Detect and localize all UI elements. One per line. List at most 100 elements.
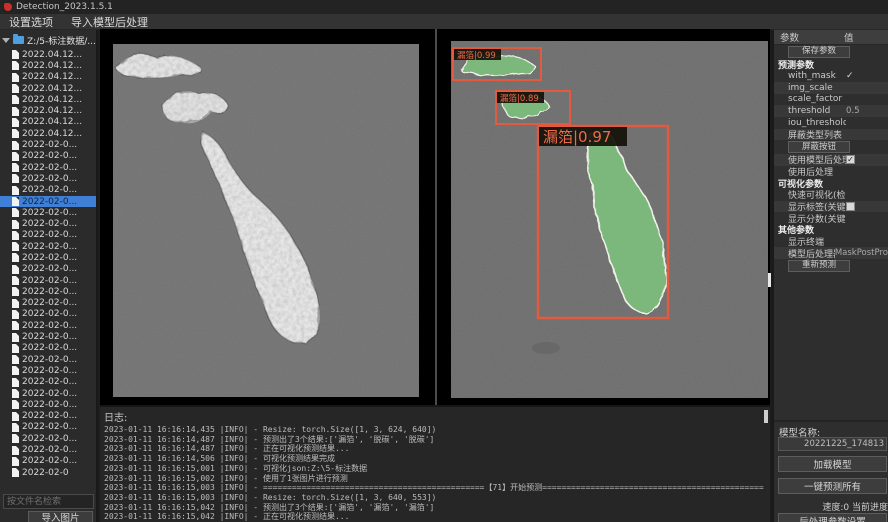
- predict-all-button[interactable]: 一键预测所有: [778, 478, 887, 494]
- filename-search-input[interactable]: [3, 494, 94, 509]
- param-row: iou_threshold: [774, 117, 888, 129]
- tree-item[interactable]: 2022.04.12...: [0, 83, 96, 94]
- param-group-label: 预测参数: [774, 58, 814, 71]
- tree-item[interactable]: 2022-02-0...: [0, 399, 96, 410]
- tree-item[interactable]: 2022-02-0...: [0, 252, 96, 263]
- tree-item[interactable]: 2022-02-0...: [0, 196, 96, 207]
- tree-item-label: 2022-02-0...: [22, 185, 77, 195]
- tree-item-label: 2022-02-0...: [22, 366, 77, 376]
- tree-item[interactable]: 2022.04.12...: [0, 94, 96, 105]
- file-sidebar: Z:/5-标注数据/... 2022.04.12...2022.04.12...…: [0, 30, 98, 522]
- file-icon: [12, 231, 19, 240]
- param-row: scale_factor: [774, 94, 888, 106]
- tree-item[interactable]: 2022-02-0: [0, 467, 96, 478]
- import-images-button[interactable]: 导入图片: [28, 511, 93, 522]
- tree-item[interactable]: 2022.04.12...: [0, 49, 96, 60]
- tree-item-label: 2022-02-0...: [22, 197, 77, 207]
- load-model-button[interactable]: 加载模型: [778, 456, 887, 472]
- tree-item[interactable]: 2022-02-0...: [0, 388, 96, 399]
- tree-item-label: 2022-02-0...: [22, 389, 77, 399]
- file-icon: [12, 152, 19, 161]
- tree-item[interactable]: 2022-02-0...: [0, 343, 96, 354]
- tree-item[interactable]: 2022-02-0...: [0, 354, 96, 365]
- tree-item[interactable]: 2022-02-0...: [0, 218, 96, 229]
- mask-types-button[interactable]: 屏蔽按钮: [788, 141, 850, 153]
- checkbox-checked[interactable]: ✓: [846, 155, 855, 164]
- tree-item[interactable]: 2022-02-0...: [0, 309, 96, 320]
- original-image[interactable]: [113, 44, 419, 397]
- tree-item[interactable]: 2022-02-0...: [0, 185, 96, 196]
- save-params-button[interactable]: 保存参数: [788, 46, 850, 58]
- file-icon: [12, 197, 19, 206]
- tree-root-label: Z:/5-标注数据/...: [27, 34, 96, 47]
- tree-item-label: 2022-02-0...: [22, 230, 77, 240]
- param-row: threshold0.5: [774, 105, 888, 117]
- tree-item[interactable]: 2022-02-0...: [0, 444, 96, 455]
- panel-splitter-handle[interactable]: [768, 273, 771, 287]
- progress-status: 速度:0 当前进度: [774, 500, 888, 513]
- svg-text:漏箔|0.99: 漏箔|0.99: [457, 50, 496, 61]
- tree-item[interactable]: 2022-02-0...: [0, 151, 96, 162]
- tree-item-label: 2022-02-0...: [22, 411, 77, 421]
- expand-arrow-icon[interactable]: [2, 38, 10, 43]
- tree-item[interactable]: 2022-02-0...: [0, 241, 96, 252]
- tree-item[interactable]: 2022-02-0...: [0, 286, 96, 297]
- menu-item-import-postprocess[interactable]: 导入模型后处理: [62, 14, 157, 30]
- prediction-image[interactable]: 漏箔|0.99 漏箔|0.89 漏箔|0.97: [451, 41, 768, 398]
- param-row: 使用模型后处理✓: [774, 154, 888, 166]
- tree-item-label: 2022-02-0...: [22, 343, 77, 353]
- tree-item[interactable]: 2022-02-0...: [0, 433, 96, 444]
- param-value[interactable]: MaskPostPro: [835, 248, 888, 258]
- file-icon: [12, 434, 19, 443]
- re-predict-button[interactable]: 重新预测: [788, 260, 850, 272]
- menu-item-settings[interactable]: 设置选项: [0, 14, 62, 30]
- tree-item[interactable]: 2022-02-0...: [0, 298, 96, 309]
- tree-item[interactable]: 2022-02-0...: [0, 139, 96, 150]
- tree-item[interactable]: 2022-02-0...: [0, 230, 96, 241]
- param-row: 屏蔽类型列表: [774, 129, 888, 141]
- tree-item-label: 2022-02-0...: [22, 332, 77, 342]
- param-name: threshold: [774, 106, 846, 116]
- tree-item[interactable]: 2022.04.12...: [0, 60, 96, 71]
- tree-item[interactable]: 2022-02-0...: [0, 377, 96, 388]
- tree-item[interactable]: 2022-02-0...: [0, 173, 96, 184]
- tree-item[interactable]: 2022-02-0...: [0, 275, 96, 286]
- checkbox-empty[interactable]: [846, 202, 855, 211]
- file-icon: [12, 208, 19, 217]
- param-table-header: 参数 值: [774, 30, 888, 45]
- param-button-row: 保存参数: [774, 45, 888, 59]
- tree-item[interactable]: 2022-02-0...: [0, 411, 96, 422]
- tree-item[interactable]: 2022-02-0...: [0, 320, 96, 331]
- model-name-field[interactable]: 20221225_174813: [778, 437, 887, 451]
- param-group-header: 其他参数: [774, 224, 888, 236]
- log-scrollbar-thumb[interactable]: [764, 410, 768, 423]
- tree-item[interactable]: 2022-02-0...: [0, 331, 96, 342]
- tree-item-label: 2022-02-0...: [22, 456, 77, 466]
- file-icon: [12, 366, 19, 375]
- tree-item[interactable]: 2022-02-0...: [0, 264, 96, 275]
- viewer-divider[interactable]: [435, 29, 437, 405]
- file-icon: [12, 95, 19, 104]
- parameters-panel: 参数 值 保存参数预测参数with_mask✓img_scalescale_fa…: [771, 30, 888, 522]
- param-value[interactable]: 0.5: [846, 106, 860, 116]
- file-icon: [12, 118, 19, 127]
- file-icon: [12, 423, 19, 432]
- tree-item[interactable]: 2022-02-0...: [0, 365, 96, 376]
- tree-item[interactable]: 2022-02-0...: [0, 207, 96, 218]
- tree-item-label: 2022.04.12...: [22, 50, 82, 60]
- tree-item[interactable]: 2022-02-0...: [0, 422, 96, 433]
- postprocess-settings-button[interactable]: 后处理参数设置: [778, 513, 887, 522]
- tree-item-label: 2022.04.12...: [22, 72, 82, 82]
- tree-item[interactable]: 2022.04.12...: [0, 128, 96, 139]
- file-icon: [12, 174, 19, 183]
- tree-item[interactable]: 2022.04.12...: [0, 117, 96, 128]
- tree-item[interactable]: 2022.04.12...: [0, 72, 96, 83]
- tree-item-label: 2022.04.12...: [22, 84, 82, 94]
- tree-root-folder[interactable]: Z:/5-标注数据/...: [2, 33, 96, 47]
- file-icon: [12, 220, 19, 229]
- detection-label-1: 漏箔|0.99: [454, 49, 501, 61]
- tree-item[interactable]: 2022.04.12...: [0, 105, 96, 116]
- tree-item[interactable]: 2022-02-0...: [0, 456, 96, 467]
- tree-item[interactable]: 2022-02-0...: [0, 162, 96, 173]
- checkmark-icon[interactable]: ✓: [846, 71, 854, 81]
